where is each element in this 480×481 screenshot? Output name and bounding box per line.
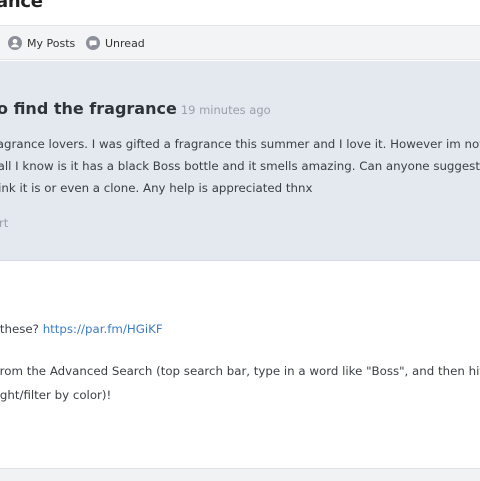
tab-label: My Posts [27,36,76,50]
post-timestamp: 19 minutes ago [180,103,271,117]
reply-text: f these? [0,322,39,336]
reply-paragraph: from the Advanced Search (top search bar… [0,359,480,407]
next-post-card [0,468,480,481]
report-link[interactable]: ort [0,216,8,230]
post-card: o find the fragrance 19 minutes ago Fragr… [0,61,480,261]
tab-my-posts[interactable]: My Posts [8,34,75,52]
post-body: Fragrance lovers. I was gifted a fragran… [0,133,480,199]
post-body-line: it all I know is it has a black Boss bot… [0,159,480,173]
post-title: o find the fragrance 19 minutes ago [0,99,271,118]
tab-unread[interactable]: Unread [86,34,145,52]
reply-link[interactable]: https://par.fm/HGiKF [43,322,163,336]
user-icon [8,36,22,50]
reply-line: from the Advanced Search (top search bar… [0,364,480,378]
reply-line: right/filter by color)! [0,388,112,402]
post-body-line: Fragrance lovers. I was gifted a fragran… [0,137,480,151]
post-body-line: think it is or even a clone. Any help is… [0,181,313,195]
unread-icon [86,36,100,50]
reply-line: f these? https://par.fm/HGiKF [0,322,163,336]
post-title-text: o find the fragrance [0,99,177,118]
tab-bar: My Posts Unread [0,25,480,60]
page-title: ance [0,0,43,12]
tab-label: Unread [105,36,145,50]
